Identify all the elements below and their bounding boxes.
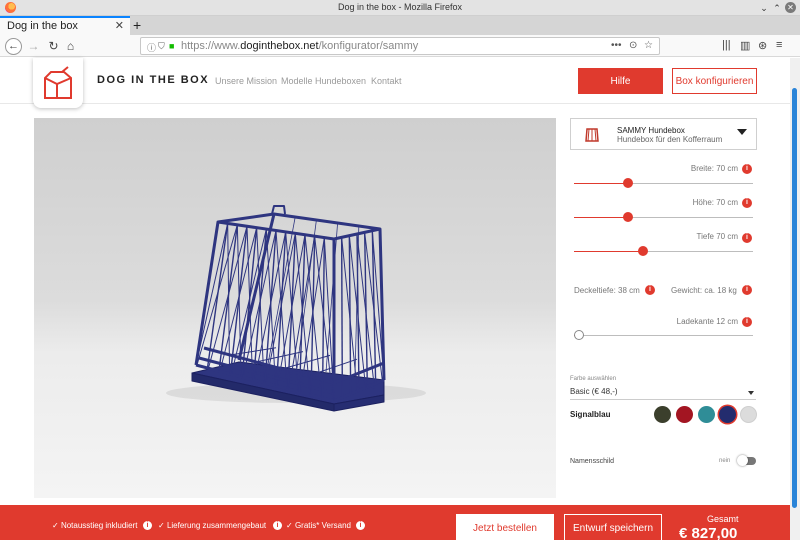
- nav-link-modelle[interactable]: Modelle Hundeboxen: [281, 76, 366, 86]
- navigation-toolbar: ← → ↻ ⌂ ⓘ ⛉ ■ https://www.doginthebox.ne…: [0, 35, 800, 57]
- gewicht-label: Gewicht: ca. 18 kg: [671, 286, 737, 295]
- info-icon[interactable]: i: [356, 521, 365, 530]
- feature-versand: ✓ Gratis* Versand: [286, 521, 351, 530]
- breite-label: Breite: 70 cm: [690, 164, 738, 173]
- info-icon[interactable]: i: [645, 285, 655, 295]
- box-logo-icon: [44, 66, 72, 99]
- slider-handle[interactable]: [638, 246, 649, 256]
- ladekante-label: Ladekante 12 cm: [676, 317, 738, 326]
- color-swatch[interactable]: [740, 406, 757, 423]
- feature-lieferung: ✓ Lieferung zusammengebaut: [158, 521, 267, 530]
- product-dropdown[interactable]: SAMMY Hundebox Hundebox für den Kofferra…: [570, 118, 757, 150]
- url-text[interactable]: https://www.doginthebox.net/konfigurator…: [181, 40, 418, 52]
- order-now-button[interactable]: Jetzt bestellen: [456, 514, 554, 540]
- product-subtitle: Hundebox für den Kofferraum: [617, 135, 723, 144]
- save-draft-button[interactable]: Entwurf speichern: [564, 514, 662, 540]
- product-name: SAMMY Hundebox: [617, 126, 685, 135]
- home-icon[interactable]: ⌂: [62, 38, 79, 55]
- info-icon[interactable]: i: [742, 285, 752, 295]
- ladekante-slider[interactable]: [574, 330, 753, 340]
- menu-icon[interactable]: ≡: [776, 39, 782, 51]
- total-price: € 827,00: [679, 525, 738, 540]
- color-swatch[interactable]: [654, 406, 671, 423]
- forward-arrow-icon[interactable]: →: [25, 38, 42, 55]
- chevron-down-icon: [748, 391, 754, 395]
- brand-name[interactable]: DOG IN THE BOX: [97, 74, 209, 86]
- color-option-dropdown[interactable]: Basic (€ 48,-): [570, 387, 756, 400]
- site-logo[interactable]: [33, 58, 83, 108]
- 3d-box-viewer[interactable]: [34, 118, 556, 498]
- tracking-shield-icon[interactable]: ⛉: [158, 41, 165, 52]
- tab-dog-in-the-box[interactable]: Dog in the box ✕: [0, 16, 130, 35]
- extension-icon[interactable]: ⊛: [758, 39, 767, 52]
- lock-icon: ■: [169, 41, 175, 51]
- feature-notausstieg: ✓ Notausstieg inkludiert: [52, 521, 138, 530]
- window-titlebar: Dog in the box - Mozilla Firefox ⌄ ⌃ ✕: [0, 0, 800, 16]
- library-icon[interactable]: |||: [722, 39, 731, 51]
- bookmark-star-icon[interactable]: ☆: [644, 40, 653, 51]
- box-thumbnail-icon: [585, 128, 599, 142]
- order-footer: ✓ Notausstieg inkludiert i ✓ Lieferung z…: [0, 505, 790, 540]
- window-title: Dog in the box - Mozilla Firefox: [337, 2, 463, 12]
- back-arrow-icon[interactable]: ←: [5, 38, 22, 55]
- slider-handle[interactable]: [574, 330, 584, 340]
- tab-bar: Dog in the box ✕ +: [0, 16, 800, 35]
- chevron-down-icon: [737, 129, 747, 135]
- total-label: Gesamt: [707, 514, 739, 524]
- pocket-icon[interactable]: ⊙: [629, 40, 637, 51]
- namensschild-state: nein: [719, 458, 731, 464]
- sidebar-icon[interactable]: ▥: [740, 39, 750, 52]
- deckeltiefe-label: Deckeltiefe: 38 cm: [574, 286, 640, 295]
- minimize-icon[interactable]: ⌄: [758, 2, 770, 14]
- hoehe-label: Höhe: 70 cm: [692, 198, 738, 207]
- namensschild-label: Namensschild: [570, 458, 614, 465]
- selected-color-name: Signalblau: [570, 410, 611, 419]
- breite-slider[interactable]: [574, 178, 753, 188]
- tiefe-label: Tiefe 70 cm: [696, 232, 739, 241]
- info-icon[interactable]: i: [143, 521, 152, 530]
- maximize-icon[interactable]: ⌃: [771, 2, 783, 14]
- reload-icon[interactable]: ↻: [45, 38, 62, 55]
- tab-title: Dog in the box: [7, 20, 78, 32]
- url-bar[interactable]: ⓘ ⛉ ■ https://www.doginthebox.net/konfig…: [140, 37, 660, 55]
- page-actions-icon[interactable]: •••: [611, 40, 622, 51]
- site-header: DOG IN THE BOX Unsere Mission Modelle Hu…: [0, 58, 790, 108]
- dog-box-render: [166, 205, 426, 412]
- color-option-value: Basic (€ 48,-): [570, 387, 618, 396]
- new-tab-icon[interactable]: +: [133, 16, 141, 34]
- info-icon[interactable]: i: [742, 198, 752, 208]
- namensschild-toggle[interactable]: [737, 455, 756, 466]
- info-icon[interactable]: i: [273, 521, 282, 530]
- nav-link-mission[interactable]: Unsere Mission: [215, 76, 277, 86]
- scrollbar-thumb[interactable]: [792, 88, 797, 508]
- tiefe-slider[interactable]: [574, 246, 753, 256]
- slider-handle[interactable]: [623, 178, 633, 188]
- color-swatch[interactable]: [676, 406, 693, 423]
- info-circle-icon[interactable]: ⓘ: [147, 41, 156, 54]
- slider-handle[interactable]: [623, 212, 633, 222]
- info-icon[interactable]: i: [742, 233, 752, 243]
- info-icon[interactable]: i: [742, 317, 752, 327]
- color-swatch[interactable]: [698, 406, 715, 423]
- color-select-caption: Farbe auswählen: [570, 376, 617, 382]
- close-window-icon[interactable]: ✕: [785, 2, 796, 13]
- configure-box-button[interactable]: Box konfigurieren: [672, 68, 757, 94]
- color-swatch[interactable]: [719, 406, 736, 423]
- close-tab-icon[interactable]: ✕: [115, 19, 124, 32]
- page-scrollbar[interactable]: [790, 58, 800, 540]
- hoehe-slider[interactable]: [574, 212, 753, 222]
- nav-link-kontakt[interactable]: Kontakt: [371, 76, 402, 86]
- toggle-knob: [737, 455, 748, 466]
- info-icon[interactable]: i: [742, 164, 752, 174]
- help-button[interactable]: Hilfe: [578, 68, 663, 94]
